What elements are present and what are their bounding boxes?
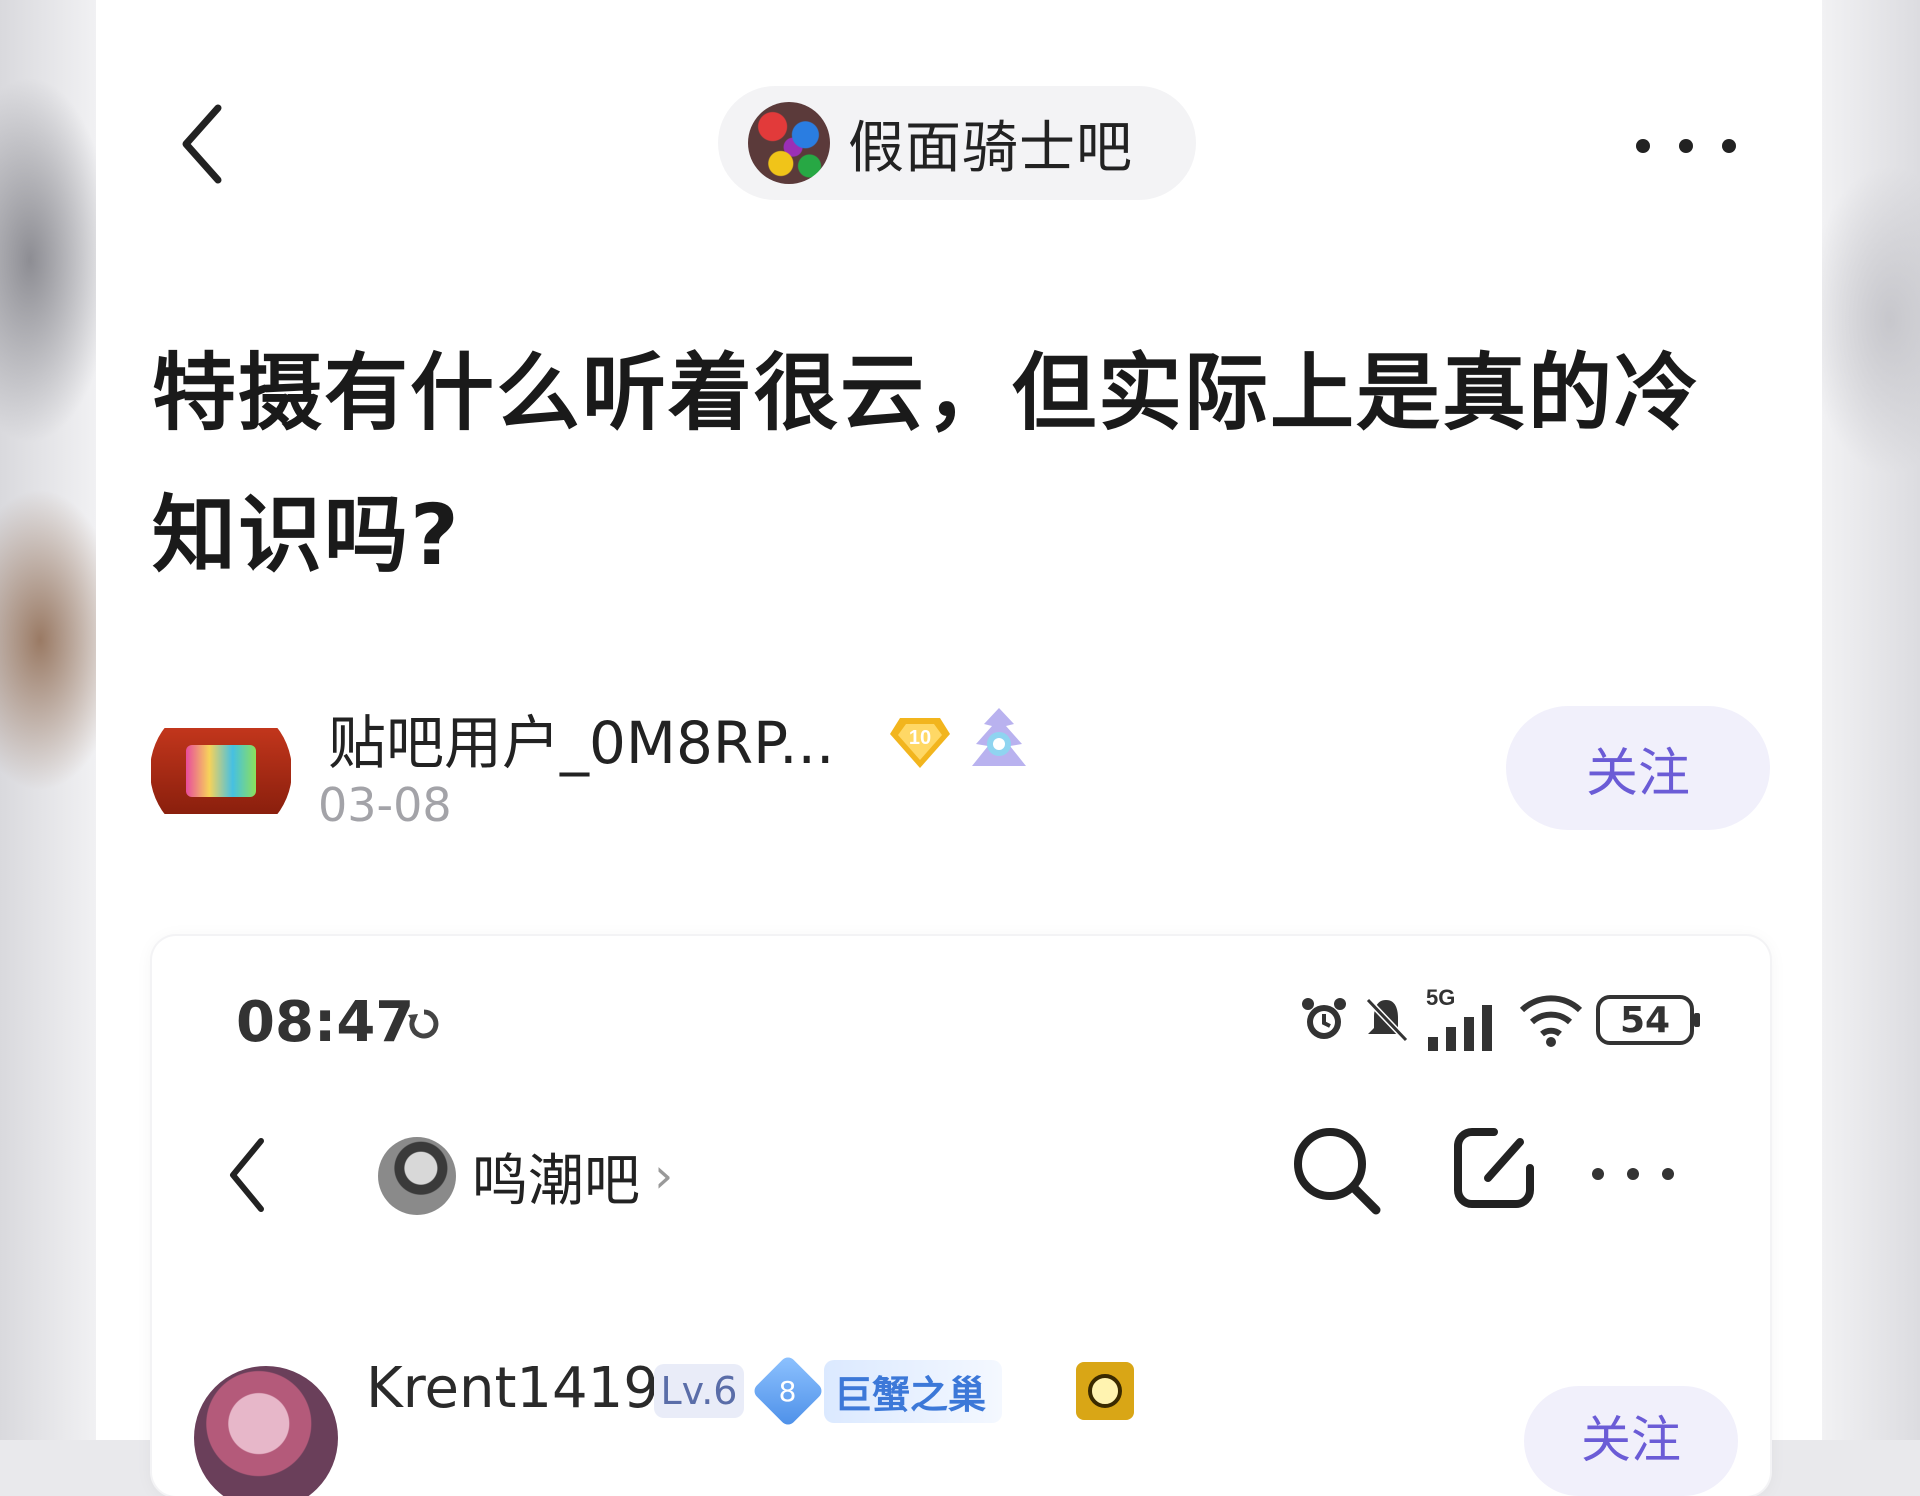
svg-text:10: 10	[909, 727, 931, 749]
edit-icon[interactable]	[1450, 1124, 1538, 1212]
chevron-right-icon: ›	[654, 1148, 674, 1204]
reply-user-name[interactable]: Krent1419	[366, 1356, 659, 1421]
level-badge: 10	[888, 708, 952, 772]
wifi-icon	[1519, 995, 1583, 1047]
chevron-left-icon	[182, 104, 222, 184]
mute-bell-icon	[1365, 997, 1409, 1043]
inner-forum-name: 鸣潮吧	[472, 1148, 640, 1214]
author-avatar[interactable]	[150, 700, 292, 842]
alarm-icon	[1302, 998, 1346, 1039]
cellular-signal-icon: 5G	[1426, 985, 1492, 1051]
status-time: 08:47	[236, 990, 415, 1055]
inner-forum-link[interactable]: 鸣潮吧 ›	[378, 1126, 673, 1226]
diamond-level-icon: 10	[890, 718, 950, 768]
sync-icon	[408, 1009, 439, 1039]
svg-text:5G: 5G	[1426, 985, 1455, 1010]
user-level-badge: Lv.6	[654, 1364, 744, 1418]
search-icon[interactable]	[1288, 1122, 1384, 1218]
embedded-screenshot: 08:47 5G 54 鸣潮吧 › Krent1419 Lv.6 8 巨蟹之巢 …	[152, 936, 1770, 1496]
forum-avatar	[748, 102, 830, 184]
post-page: 假面骑士吧 特摄有什么听着很云，但实际上是真的冷知识吗? 贴吧用户_0M8RP.…	[96, 0, 1822, 1496]
fan-badge-icon	[972, 708, 1026, 766]
post-date: 03-08	[318, 778, 452, 832]
follow-button[interactable]: 关注	[1506, 706, 1770, 830]
fan-group-name: 巨蟹之巢	[824, 1359, 1003, 1423]
battery-indicator: 54	[1596, 995, 1700, 1045]
gem-icon: 8	[751, 1354, 825, 1428]
post-title: 特摄有什么听着很云，但实际上是真的冷知识吗?	[152, 344, 1701, 584]
forum-pill[interactable]: 假面骑士吧	[718, 86, 1196, 200]
inner-back-button[interactable]	[222, 1130, 272, 1220]
forum-name: 假面骑士吧	[848, 115, 1133, 181]
more-horizontal-icon	[1592, 1168, 1604, 1180]
reply-follow-button[interactable]: 关注	[1524, 1386, 1738, 1496]
fan-group-tag: 8 巨蟹之巢	[751, 1354, 1003, 1428]
status-icons: 5G 54	[1298, 980, 1700, 1060]
author-name[interactable]: 贴吧用户_0M8RP...	[328, 696, 834, 780]
reply-avatar[interactable]	[194, 1366, 338, 1496]
medal-icon	[1076, 1362, 1134, 1420]
more-horizontal-icon	[1636, 139, 1650, 153]
inner-more-button[interactable]	[1592, 1164, 1674, 1184]
inner-forum-avatar	[378, 1137, 456, 1215]
back-button[interactable]	[172, 104, 232, 184]
chevron-left-icon	[230, 1138, 264, 1212]
more-button[interactable]	[1636, 126, 1736, 166]
